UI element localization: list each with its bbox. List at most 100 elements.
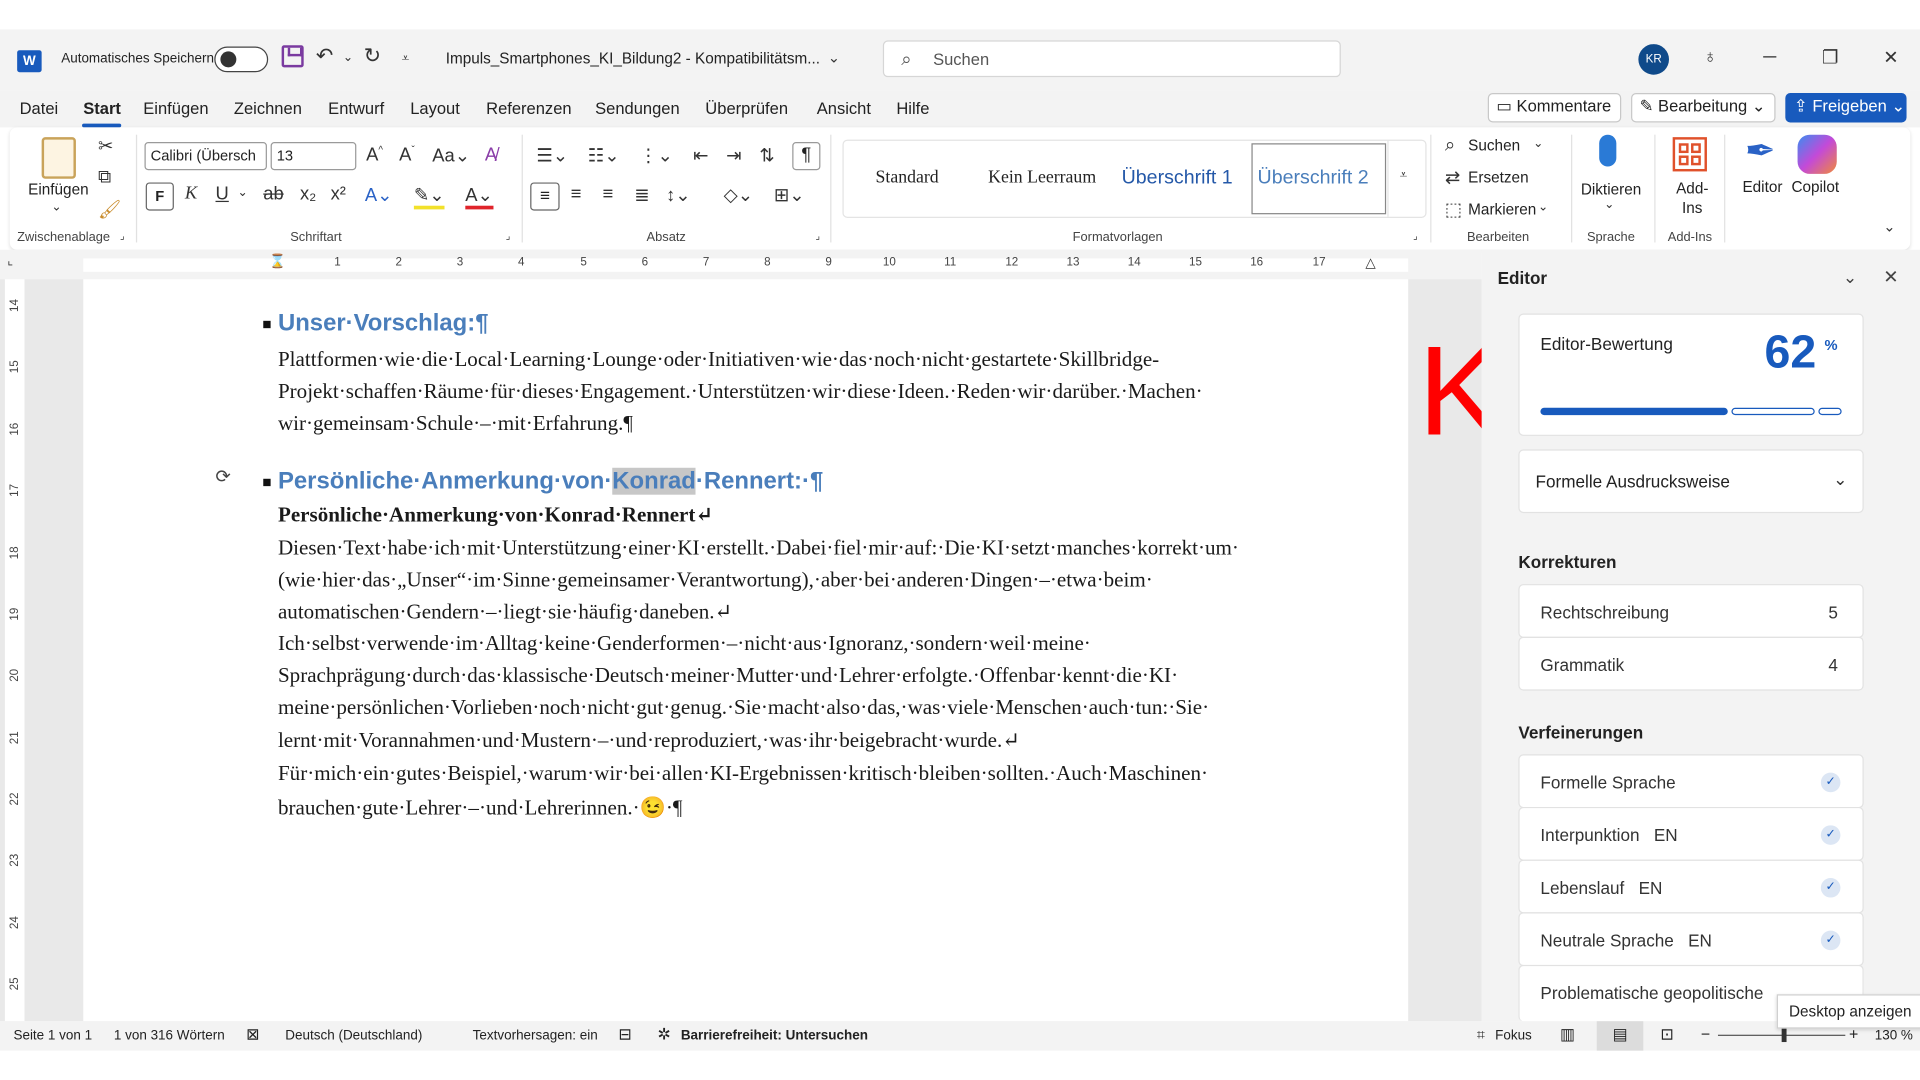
addins-icon[interactable]: [1672, 137, 1707, 172]
minimize-icon[interactable]: ─: [1763, 47, 1776, 68]
tab-stop-icon[interactable]: ⌞: [7, 255, 13, 268]
tab-ueberpruefen[interactable]: Überprüfen: [705, 99, 788, 117]
align-center-icon[interactable]: ≡: [571, 184, 582, 205]
replace-button[interactable]: Ersetzen: [1468, 169, 1528, 186]
redo-icon[interactable]: ↻: [364, 44, 381, 68]
save-icon[interactable]: [281, 45, 304, 68]
paragraph-line[interactable]: Diesen·Text·habe·ich·mit·Unterstützung·e…: [278, 536, 1239, 560]
paste-dropdown-icon[interactable]: ⌄: [51, 201, 61, 214]
subscript-icon[interactable]: x₂: [300, 184, 316, 205]
restore-icon[interactable]: ❐: [1822, 47, 1838, 69]
word-count[interactable]: 1 von 316 Wörtern: [114, 1029, 225, 1044]
copilot-button[interactable]: Copilot: [1791, 179, 1839, 196]
addins-button[interactable]: Add-Ins: [1674, 179, 1711, 218]
shrink-font-icon[interactable]: Aˇ: [399, 144, 415, 165]
tab-zeichnen[interactable]: Zeichnen: [234, 99, 302, 117]
clipboard-launcher-icon[interactable]: ⌟: [120, 230, 125, 241]
pane-options-chevron-icon[interactable]: ⌄: [1843, 267, 1857, 288]
autosave-toggle[interactable]: [214, 46, 269, 73]
paragraph-line[interactable]: Für·mich·ein·gutes·Beispiel,·warum·wir·b…: [278, 762, 1208, 786]
styles-launcher-icon[interactable]: ⌟: [1413, 230, 1418, 241]
paste-label[interactable]: Einfügen: [28, 181, 88, 198]
editing-mode-button[interactable]: ✎ Bearbeitung ⌄: [1631, 93, 1776, 123]
right-indent-marker-icon[interactable]: △: [1365, 255, 1375, 271]
language-indicator[interactable]: Deutsch (Deutschland): [285, 1029, 422, 1044]
document-title[interactable]: Impuls_Smartphones_KI_Bildung2 - Kompati…: [446, 50, 820, 67]
styles-more-button[interactable]: ⩡: [1387, 140, 1426, 217]
heading-persoenliche-anmerkung[interactable]: Persönliche·Anmerkung·von·Konrad·Rennert…: [278, 467, 823, 496]
indent-marker-icon[interactable]: ⌛: [269, 253, 286, 270]
refinement-row[interactable]: Lebenslauf EN ✓: [1518, 859, 1864, 914]
select-dropdown-icon[interactable]: ⌄: [1538, 201, 1548, 214]
paragraph-line[interactable]: Sprachprägung·durch·das·klassische·Deuts…: [278, 664, 1178, 688]
microphone-icon[interactable]: [1599, 134, 1617, 167]
text-effects-icon[interactable]: A⌄: [365, 184, 393, 206]
tab-layout[interactable]: Layout: [410, 99, 460, 117]
numbering-icon[interactable]: ☷⌄: [588, 144, 620, 167]
cut-icon[interactable]: ✂: [98, 135, 113, 157]
editor-pen-icon[interactable]: ✒: [1745, 130, 1776, 173]
font-color-icon[interactable]: A⌄: [465, 184, 493, 210]
bold-button[interactable]: F: [145, 182, 174, 211]
style-ueberschrift-1[interactable]: Überschrift 1: [1122, 168, 1233, 190]
paragraph-line[interactable]: wir·gemeinsam·Schule·–·mit·Erfahrung.¶: [278, 411, 633, 435]
tab-entwurf[interactable]: Entwurf: [328, 99, 384, 117]
justify-icon[interactable]: ≣: [634, 184, 649, 206]
highlight-color-icon[interactable]: ✎⌄: [413, 184, 445, 210]
find-button[interactable]: Suchen: [1468, 137, 1520, 154]
shading-icon[interactable]: ◇⌄: [724, 184, 754, 206]
paragraph-line[interactable]: automatischen·Gendern·–·liegt·sie·häufig…: [278, 600, 732, 624]
find-dropdown-icon[interactable]: ⌄: [1533, 137, 1543, 150]
align-right-icon[interactable]: ≡: [602, 184, 613, 205]
undo-dropdown-icon[interactable]: ⌄: [343, 51, 353, 64]
pane-close-icon[interactable]: ✕: [1883, 266, 1898, 288]
correction-row[interactable]: Rechtschreibung 5: [1518, 584, 1864, 638]
change-case-icon[interactable]: Aa⌄: [432, 144, 470, 167]
increase-indent-icon[interactable]: ⇥: [726, 144, 741, 167]
undo-icon[interactable]: ↶: [316, 44, 333, 68]
zoom-out-icon[interactable]: −: [1701, 1025, 1710, 1043]
style-ueberschrift-2[interactable]: Überschrift 2: [1258, 168, 1369, 190]
paragraph-line[interactable]: Plattformen·wie·die·Local·Learning·Loung…: [278, 348, 1159, 372]
tab-referenzen[interactable]: Referenzen: [486, 99, 571, 117]
dictate-dropdown-icon[interactable]: ⌄: [1604, 198, 1614, 211]
underline-dropdown-icon[interactable]: ⌄: [238, 186, 248, 199]
paragraph-launcher-icon[interactable]: ⌟: [816, 230, 821, 241]
mode-dropdown[interactable]: Formelle Ausdrucksweise ⌄: [1518, 449, 1864, 514]
align-left-button[interactable]: ≡: [530, 182, 560, 211]
paragraph-line[interactable]: brauchen·gute·Lehrer·–·und·Lehrerinnen.·…: [278, 796, 682, 820]
font-size-select[interactable]: 13: [270, 142, 357, 171]
zoom-level[interactable]: 130 %: [1875, 1029, 1913, 1044]
underline-button[interactable]: U: [216, 184, 229, 205]
decrease-indent-icon[interactable]: ⇤: [693, 144, 708, 167]
refinement-row[interactable]: Formelle Sprache ✓: [1518, 754, 1864, 809]
web-layout-icon[interactable]: ⊡: [1660, 1025, 1673, 1045]
grow-font-icon[interactable]: A^: [366, 144, 383, 165]
refinement-row[interactable]: Interpunktion EN ✓: [1518, 806, 1864, 861]
correction-row[interactable]: Grammatik 4: [1518, 636, 1864, 691]
refinement-row[interactable]: Neutrale Sprache EN ✓: [1518, 912, 1864, 967]
heading-unser-vorschlag[interactable]: Unser·Vorschlag:¶: [278, 310, 489, 338]
tab-sendungen[interactable]: Sendungen: [595, 99, 680, 117]
read-mode-icon[interactable]: ▥: [1560, 1025, 1575, 1045]
search-box[interactable]: ⌕ Suchen: [882, 40, 1341, 78]
tab-start[interactable]: Start: [83, 99, 121, 117]
style-standard[interactable]: Standard: [876, 168, 939, 189]
paste-icon[interactable]: [41, 137, 76, 179]
style-kein-leerraum[interactable]: Kein Leerraum: [988, 168, 1096, 189]
bullets-icon[interactable]: ☰⌄: [536, 144, 568, 167]
borders-icon[interactable]: ⊞⌄: [774, 184, 805, 206]
clear-formatting-icon[interactable]: A̸: [485, 144, 497, 165]
paragraph-line[interactable]: meine·persönlichen·Vorlieben·noch·nicht·…: [278, 696, 1209, 720]
focus-button[interactable]: Fokus: [1495, 1029, 1532, 1044]
paragraph-line[interactable]: lernt·mit·Vorannahmen·und·Mustern·–·und·…: [278, 729, 1020, 753]
paragraph-line[interactable]: (wie·hier·das·„Unser“·im·Sinne·gemeinsam…: [278, 568, 1153, 592]
select-button[interactable]: Markieren: [1468, 201, 1536, 218]
zoom-slider-thumb[interactable]: [1781, 1028, 1787, 1043]
line-spacing-icon[interactable]: ↕⌄: [666, 184, 691, 206]
copilot-suggestion-icon[interactable]: ⟳: [216, 465, 231, 488]
macro-icon[interactable]: ⊟: [618, 1025, 631, 1045]
accessibility-status[interactable]: Barrierefreiheit: Untersuchen: [681, 1029, 868, 1044]
copilot-icon[interactable]: [1797, 134, 1837, 174]
sort-icon[interactable]: ⇅: [759, 144, 774, 167]
